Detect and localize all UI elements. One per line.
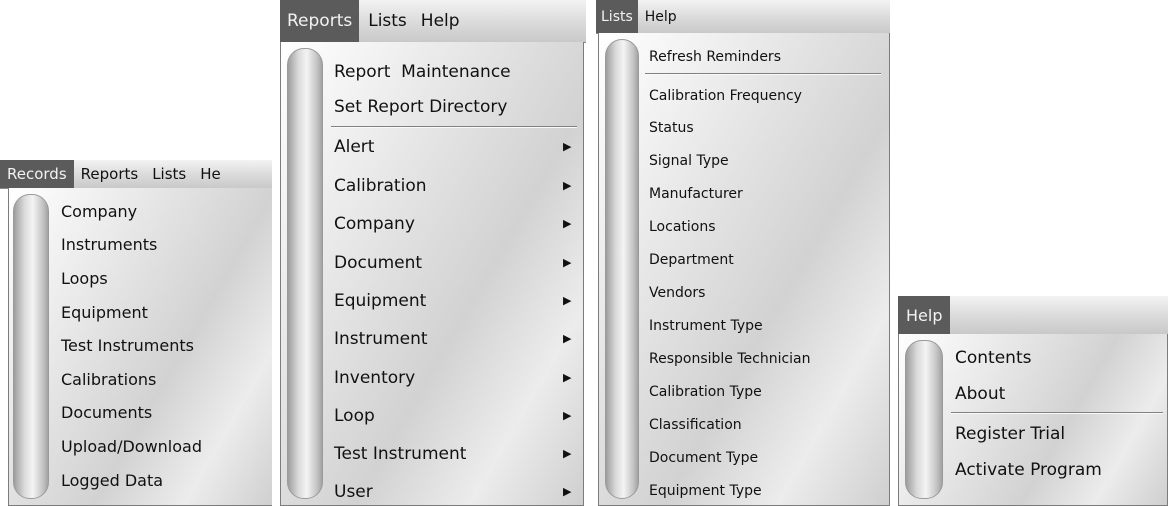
menu-lists[interactable]: Lists bbox=[359, 0, 414, 42]
submenu-company[interactable]: Company bbox=[334, 214, 415, 234]
submenu-arrow-icon: ▶ bbox=[563, 256, 572, 269]
reports-dropdown: Report Maintenance Set Report Directory … bbox=[280, 42, 584, 506]
menu-item-documents[interactable]: Documents bbox=[61, 403, 152, 422]
submenu-arrow-icon: ▶ bbox=[563, 447, 572, 460]
menu-item-calibrations[interactable]: Calibrations bbox=[61, 370, 156, 389]
menubar: Help bbox=[898, 296, 1168, 335]
menu-item-signal-type[interactable]: Signal Type bbox=[649, 153, 729, 169]
menu-item-classification[interactable]: Classification bbox=[649, 417, 742, 433]
menu-reports[interactable]: Reports bbox=[280, 0, 360, 42]
submenu-user[interactable]: User bbox=[334, 482, 373, 502]
help-dropdown: Contents About Register Trial Activate P… bbox=[898, 334, 1168, 506]
reports-menu-panel: Reports Lists Help Report Maintenance Se… bbox=[280, 0, 586, 506]
menubar: Reports Lists Help bbox=[280, 0, 586, 43]
submenu-arrow-icon: ▶ bbox=[563, 179, 572, 192]
menu-item-department[interactable]: Department bbox=[649, 252, 734, 268]
menu-gutter bbox=[287, 48, 323, 499]
menu-item-calibration-type[interactable]: Calibration Type bbox=[649, 384, 762, 400]
submenu-instrument[interactable]: Instrument bbox=[334, 329, 428, 349]
menu-gutter bbox=[605, 39, 639, 499]
menu-item-refresh-reminders[interactable]: Refresh Reminders bbox=[649, 49, 781, 65]
menu-help[interactable]: He bbox=[193, 160, 228, 188]
lists-dropdown: Refresh Reminders Calibration Frequency … bbox=[598, 33, 890, 506]
menu-item-set-report-directory[interactable]: Set Report Directory bbox=[334, 97, 507, 117]
menu-item-loops[interactable]: Loops bbox=[61, 269, 108, 288]
menu-lists[interactable]: Lists bbox=[596, 0, 638, 33]
menu-help[interactable]: Help bbox=[414, 0, 467, 42]
menu-item-upload-download[interactable]: Upload/Download bbox=[61, 437, 202, 456]
submenu-arrow-icon: ▶ bbox=[563, 409, 572, 422]
submenu-equipment[interactable]: Equipment bbox=[334, 291, 426, 311]
submenu-arrow-icon: ▶ bbox=[563, 371, 572, 384]
menu-item-logged-data[interactable]: Logged Data bbox=[61, 471, 163, 490]
menu-item-activate-program[interactable]: Activate Program bbox=[955, 460, 1102, 480]
menu-gutter bbox=[905, 340, 943, 499]
menu-item-responsible-technician[interactable]: Responsible Technician bbox=[649, 351, 811, 367]
menu-item-instrument-type[interactable]: Instrument Type bbox=[649, 318, 763, 334]
menu-lists[interactable]: Lists bbox=[145, 160, 193, 188]
submenu-inventory[interactable]: Inventory bbox=[334, 368, 415, 388]
menu-item-equipment[interactable]: Equipment bbox=[61, 303, 148, 322]
submenu-arrow-icon: ▶ bbox=[563, 294, 572, 307]
submenu-document[interactable]: Document bbox=[334, 253, 422, 273]
menu-item-document-type[interactable]: Document Type bbox=[649, 450, 758, 466]
menu-reports[interactable]: Reports bbox=[74, 160, 146, 188]
separator bbox=[331, 126, 577, 128]
menu-item-report-maintenance[interactable]: Report Maintenance bbox=[334, 62, 511, 82]
menu-item-status[interactable]: Status bbox=[649, 120, 694, 136]
menu-item-about[interactable]: About bbox=[955, 384, 1005, 404]
submenu-arrow-icon: ▶ bbox=[563, 140, 572, 153]
submenu-arrow-icon: ▶ bbox=[563, 217, 572, 230]
menu-item-vendors[interactable]: Vendors bbox=[649, 285, 705, 301]
help-menu-panel: Help Contents About Register Trial Activ… bbox=[898, 296, 1168, 506]
submenu-arrow-icon: ▶ bbox=[563, 332, 572, 345]
menu-item-calibration-frequency[interactable]: Calibration Frequency bbox=[649, 88, 802, 104]
submenu-loop[interactable]: Loop bbox=[334, 406, 375, 426]
records-dropdown: Company Instruments Loops Equipment Test… bbox=[8, 188, 272, 506]
menu-item-manufacturer[interactable]: Manufacturer bbox=[649, 186, 743, 202]
menu-item-contents[interactable]: Contents bbox=[955, 348, 1031, 368]
lists-menu-panel: Lists Help Refresh Reminders Calibration… bbox=[596, 0, 890, 506]
separator bbox=[951, 412, 1163, 414]
menu-help[interactable]: Help bbox=[638, 0, 684, 33]
records-menu-panel: Records Reports Lists He Company Instrum… bbox=[0, 160, 272, 506]
menu-item-instruments[interactable]: Instruments bbox=[61, 235, 157, 254]
menu-records[interactable]: Records bbox=[0, 160, 74, 188]
menu-help[interactable]: Help bbox=[898, 296, 951, 334]
menu-item-equipment-type[interactable]: Equipment Type bbox=[649, 483, 762, 499]
menu-gutter bbox=[13, 194, 49, 499]
menubar: Records Reports Lists He bbox=[0, 160, 272, 189]
menu-item-locations[interactable]: Locations bbox=[649, 219, 716, 235]
menubar: Lists Help bbox=[596, 0, 890, 34]
submenu-calibration[interactable]: Calibration bbox=[334, 176, 427, 196]
menu-item-test-instruments[interactable]: Test Instruments bbox=[61, 336, 194, 355]
submenu-arrow-icon: ▶ bbox=[563, 485, 572, 498]
menu-item-register-trial[interactable]: Register Trial bbox=[955, 424, 1065, 444]
separator bbox=[645, 73, 881, 75]
submenu-test-instrument[interactable]: Test Instrument bbox=[334, 444, 466, 464]
menu-item-company[interactable]: Company bbox=[61, 202, 137, 221]
submenu-alert[interactable]: Alert bbox=[334, 137, 374, 157]
